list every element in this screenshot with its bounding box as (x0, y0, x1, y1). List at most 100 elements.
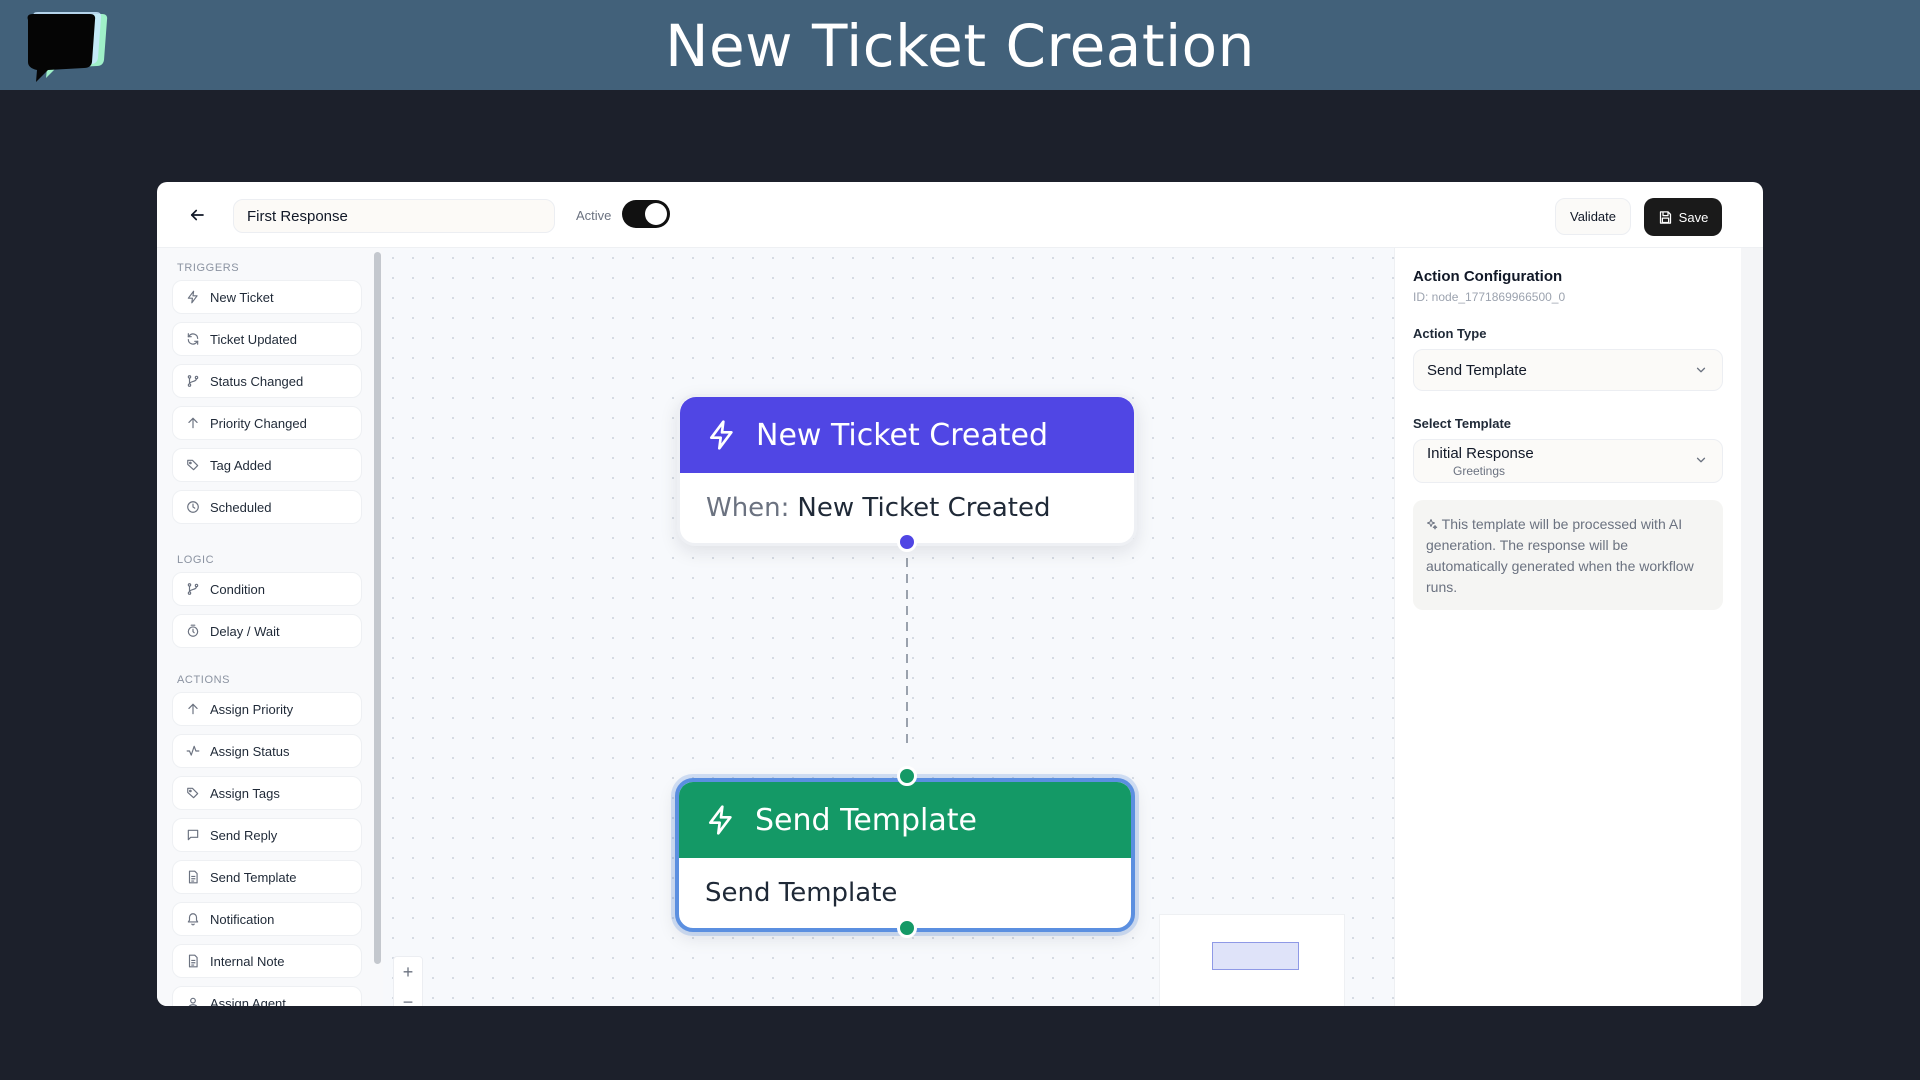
palette-item-status-changed[interactable]: Status Changed (172, 364, 362, 398)
palette-item-tag-added[interactable]: Tag Added (172, 448, 362, 482)
branch-icon (187, 375, 199, 387)
palette-item-label: Assign Agent (210, 995, 286, 1007)
tags-icon (187, 459, 199, 471)
section-triggers-title: TRIGGERS (177, 262, 240, 274)
zoom-in-button[interactable]: + (394, 957, 422, 987)
editor-toolbar: Active Validate Save (157, 182, 1763, 248)
action-output-handle[interactable] (897, 918, 917, 938)
workflow-canvas[interactable]: New Ticket Created When: New Ticket Crea… (383, 248, 1394, 1006)
banner-title: New Ticket Creation (665, 12, 1255, 80)
palette-item-delay-wait[interactable]: Delay / Wait (172, 614, 362, 648)
node-id: ID: node_1771869966500_0 (1413, 290, 1566, 304)
save-button[interactable]: Save (1644, 198, 1722, 236)
palette-item-ticket-updated[interactable]: Ticket Updated (172, 322, 362, 356)
validate-button[interactable]: Validate (1555, 198, 1631, 235)
refresh-icon (187, 333, 199, 345)
palette-item-internal-note[interactable]: Internal Note (172, 944, 362, 978)
palette-item-label: Tag Added (210, 457, 272, 473)
bolt-icon (709, 805, 732, 835)
template-label: Select Template (1413, 416, 1512, 431)
palette-item-label: Send Template (210, 869, 297, 885)
template-category: Greetings (1453, 463, 1506, 478)
action-type-label: Action Type (1413, 326, 1487, 341)
palette-item-priority-changed[interactable]: Priority Changed (172, 406, 362, 440)
message-icon (187, 829, 199, 841)
node-palette-sidebar: TRIGGERS New Ticket Ticket Updated Statu… (157, 248, 383, 1006)
sidebar-scrollbar[interactable] (374, 252, 381, 964)
active-toggle[interactable] (622, 200, 670, 228)
palette-item-assign-priority[interactable]: Assign Priority (172, 692, 362, 726)
palette-item-notification[interactable]: Notification (172, 902, 362, 936)
tags-icon (187, 787, 199, 799)
bolt-icon (710, 420, 733, 450)
section-actions-title: ACTIONS (177, 674, 231, 686)
activity-icon (186, 745, 200, 756)
clock-icon (187, 501, 199, 513)
palette-item-scheduled[interactable]: Scheduled (172, 490, 362, 524)
user-icon (188, 997, 198, 1006)
palette-item-label: Assign Status (210, 743, 290, 759)
template-value: Initial Response (1427, 444, 1534, 462)
trigger-output-handle[interactable] (897, 532, 917, 552)
action-type-value: Send Template (1427, 361, 1527, 379)
when-label: When: (706, 493, 790, 523)
zoom-controls: + − (393, 956, 423, 1006)
palette-item-assign-agent[interactable]: Assign Agent (172, 986, 362, 1006)
minimap-viewport (1212, 942, 1299, 970)
palette-item-new-ticket[interactable]: New Ticket (172, 280, 362, 314)
action-type-select[interactable]: Send Template (1413, 349, 1723, 391)
palette-item-label: New Ticket (210, 289, 274, 305)
zoom-out-button[interactable]: − (394, 987, 422, 1007)
action-node-header: Send Template (679, 782, 1131, 858)
action-node-title: Send Template (755, 802, 977, 838)
document-icon (188, 954, 198, 968)
palette-item-label: Notification (210, 911, 275, 927)
workflow-name-input[interactable] (233, 199, 555, 233)
sparkles-icon (1427, 519, 1438, 530)
save-label: Save (1678, 209, 1709, 225)
arrow-up-icon (188, 417, 198, 429)
section-logic-title: LOGIC (177, 554, 215, 566)
when-value: New Ticket Created (797, 493, 1051, 523)
bolt-icon (187, 290, 198, 304)
palette-item-label: Internal Note (210, 953, 285, 969)
action-input-handle[interactable] (897, 766, 917, 786)
palette-item-label: Scheduled (210, 499, 272, 515)
bell-icon (187, 913, 199, 926)
trigger-node[interactable]: New Ticket Created When: New Ticket Crea… (677, 394, 1137, 546)
palette-item-label: Send Reply (210, 827, 278, 843)
palette-item-label: Condition (210, 581, 265, 597)
arrow-left-icon (190, 209, 204, 221)
palette-item-label: Priority Changed (210, 415, 307, 431)
back-button[interactable] (185, 203, 209, 227)
palette-item-send-reply[interactable]: Send Reply (172, 818, 362, 852)
panel-scroll-gutter (1741, 248, 1763, 1006)
toggle-knob (645, 203, 667, 225)
panel-title: Action Configuration (1413, 268, 1563, 285)
trigger-node-header: New Ticket Created (680, 397, 1134, 473)
workflow-editor-window: Active Validate Save TRIGGERS New Ticket… (157, 182, 1763, 1006)
palette-item-label: Status Changed (210, 373, 304, 389)
palette-item-assign-status[interactable]: Assign Status (172, 734, 362, 768)
chevron-down-icon (1696, 457, 1706, 463)
palette-item-label: Delay / Wait (210, 623, 280, 639)
palette-item-assign-tags[interactable]: Assign Tags (172, 776, 362, 810)
ai-info-text: This template will be processed with AI … (1426, 516, 1694, 595)
document-icon (188, 870, 198, 884)
trigger-node-title: New Ticket Created (756, 417, 1048, 453)
palette-item-label: Ticket Updated (210, 331, 297, 347)
palette-item-condition[interactable]: Condition (172, 572, 362, 606)
ai-info-box: This template will be processed with AI … (1413, 500, 1723, 610)
arrow-up-icon (188, 703, 198, 715)
timer-icon (187, 624, 199, 637)
save-icon (1659, 210, 1671, 224)
canvas-minimap[interactable] (1159, 914, 1345, 1006)
template-select[interactable]: Initial Response Greetings (1413, 439, 1723, 483)
video-banner: New Ticket Creation (0, 0, 1920, 90)
branch-icon (187, 583, 199, 595)
chevron-down-icon (1696, 367, 1706, 373)
active-label: Active (576, 208, 612, 223)
action-node-selected[interactable]: Send Template Send Template (675, 778, 1135, 932)
palette-item-send-template[interactable]: Send Template (172, 860, 362, 894)
palette-item-label: Assign Tags (210, 785, 280, 801)
